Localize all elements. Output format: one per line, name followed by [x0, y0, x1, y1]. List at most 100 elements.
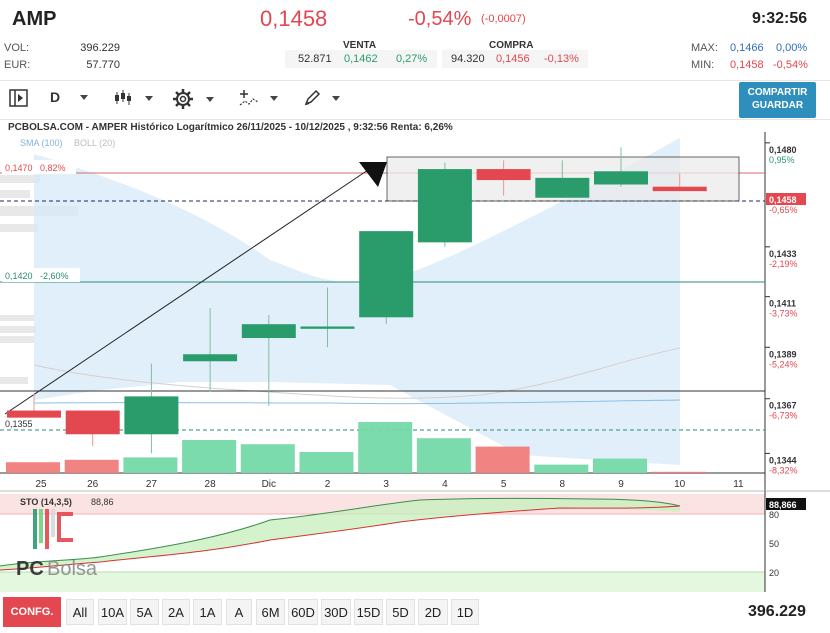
x-axis-label: Dic: [262, 479, 276, 490]
config-label: CONFG.: [10, 606, 54, 618]
panel-toggle-icon: [9, 89, 28, 107]
compra-heading: COMPRA: [489, 40, 534, 51]
candle-body[interactable]: [476, 169, 531, 181]
x-axis-label: 26: [87, 479, 99, 490]
current-price-tag-text: 0,1458: [769, 195, 797, 205]
candle-body[interactable]: [535, 177, 590, 198]
right-axis-price: 0,1367: [769, 401, 797, 411]
pencil-icon: [304, 89, 321, 106]
range-button-5a[interactable]: 5A: [130, 599, 159, 625]
venta-heading: VENTA: [343, 40, 377, 51]
sma-legend: SMA (100): [20, 138, 63, 148]
sto-value-tag-text: 88,866: [769, 500, 797, 510]
right-axis-price: 0,1480: [769, 145, 797, 155]
current-pct-tag-text: -0,65%: [769, 205, 798, 215]
share-label: COMPARTIR: [747, 87, 808, 98]
range-button-a[interactable]: A: [226, 599, 252, 625]
change-percent: -0,54%: [408, 8, 472, 30]
x-axis-label: 25: [35, 479, 47, 490]
volume-bar: [416, 438, 471, 473]
share-save-button[interactable]: COMPARTIR GUARDAR: [739, 82, 816, 118]
config-button[interactable]: CONFG.: [3, 597, 61, 627]
x-axis-label: 11: [733, 479, 744, 490]
sto-axis-50: 50: [769, 539, 779, 549]
right-axis-pct: 0,95%: [769, 155, 795, 165]
pcbolsa-logo-watermark: PC Bolsa: [16, 509, 98, 580]
volume-bar: [240, 444, 295, 473]
level-mid-pct: -2,60%: [40, 271, 69, 281]
x-axis-label: 8: [560, 479, 566, 490]
settings-selector[interactable]: [172, 88, 214, 110]
right-axis-pct: -8,32%: [769, 465, 798, 475]
min-price: 0,1458: [730, 59, 764, 71]
volume-bar: [651, 471, 706, 473]
chevron-down-icon: [145, 95, 153, 101]
compra-price: 0,1456: [496, 53, 530, 65]
x-axis-label: 10: [674, 479, 686, 490]
app-root: AMP 0,1458 -0,54% (-0,0007) 9:32:56 VOL:…: [0, 0, 830, 633]
volume-bar: [123, 457, 178, 473]
right-axis-pct: -3,73%: [769, 309, 798, 319]
change-absolute: (-0,0007): [481, 13, 526, 25]
range-button-30d[interactable]: 30D: [321, 599, 351, 625]
candle-body[interactable]: [417, 169, 472, 243]
volume-bar: [64, 459, 119, 473]
candle-body[interactable]: [359, 231, 414, 318]
indicators-selector[interactable]: [238, 88, 278, 108]
candle-body[interactable]: [183, 354, 238, 362]
range-button-1d[interactable]: 1D: [451, 599, 479, 625]
range-button-10a[interactable]: 10A: [98, 599, 127, 625]
watermark-bolsa: Bolsa: [47, 558, 98, 580]
candle-body[interactable]: [652, 186, 707, 192]
range-button-2d[interactable]: 2D: [418, 599, 448, 625]
last-price: 0,1458: [260, 6, 328, 31]
panel-toggle-button[interactable]: [8, 88, 30, 108]
candle-body[interactable]: [594, 171, 648, 185]
candle-body[interactable]: [65, 410, 120, 435]
period-value: D: [50, 89, 61, 105]
max-price: 0,1466: [730, 42, 764, 54]
drawing-tools-selector[interactable]: [302, 88, 340, 108]
eur-value: 57.770: [86, 59, 120, 71]
range-button-2a[interactable]: 2A: [162, 599, 190, 625]
range-button-60d[interactable]: 60D: [288, 599, 318, 625]
boll-legend: BOLL (20): [74, 138, 115, 148]
right-axis-price: 0,1433: [769, 249, 797, 259]
range-button-all[interactable]: All: [66, 599, 94, 625]
venta-price: 0,1462: [344, 53, 378, 65]
indicators-icon: [239, 90, 259, 106]
x-axis-label: 5: [501, 479, 507, 490]
range-button-15d[interactable]: 15D: [354, 599, 383, 625]
candle-body[interactable]: [124, 396, 179, 435]
candle-body[interactable]: [7, 410, 61, 418]
save-label: GUARDAR: [751, 100, 804, 111]
period-selector[interactable]: D: [50, 89, 89, 105]
x-axis-label: 2: [325, 479, 331, 490]
candle-body[interactable]: [241, 324, 296, 339]
max-label: MAX:: [691, 42, 718, 54]
level-mid-price: 0,1420: [5, 271, 33, 281]
volume-bar: [358, 422, 413, 473]
volume-bar: [475, 446, 530, 473]
volume-bar: [6, 462, 60, 473]
range-button-6m[interactable]: 6M: [256, 599, 285, 625]
eur-label: EUR:: [4, 59, 31, 71]
footer-volume: 396.229: [748, 603, 806, 620]
volume-bar: [593, 458, 647, 473]
price-chart[interactable]: SMA (100) BOLL (20) 0,1470 0,82% 0,1420 …: [0, 120, 830, 595]
compra-pct: -0,13%: [544, 53, 579, 65]
gear-icon: [173, 89, 193, 109]
level-top-price: 0,1470: [5, 163, 33, 173]
sto-label: STO (14,3,5): [20, 497, 72, 507]
right-axis-price: 0,1389: [769, 349, 797, 359]
candles-icon: [115, 90, 131, 105]
candle-body[interactable]: [300, 326, 355, 329]
level-low-price: 0,1355: [5, 419, 33, 429]
chevron-down-icon: [270, 95, 278, 101]
range-button-1a[interactable]: 1A: [193, 599, 222, 625]
range-button-5d[interactable]: 5D: [386, 599, 415, 625]
clock: 9:32:56: [752, 10, 808, 27]
x-axis-label: 9: [618, 479, 624, 490]
right-axis-price: 0,1411: [769, 299, 796, 309]
chart-type-selector[interactable]: [113, 88, 153, 108]
